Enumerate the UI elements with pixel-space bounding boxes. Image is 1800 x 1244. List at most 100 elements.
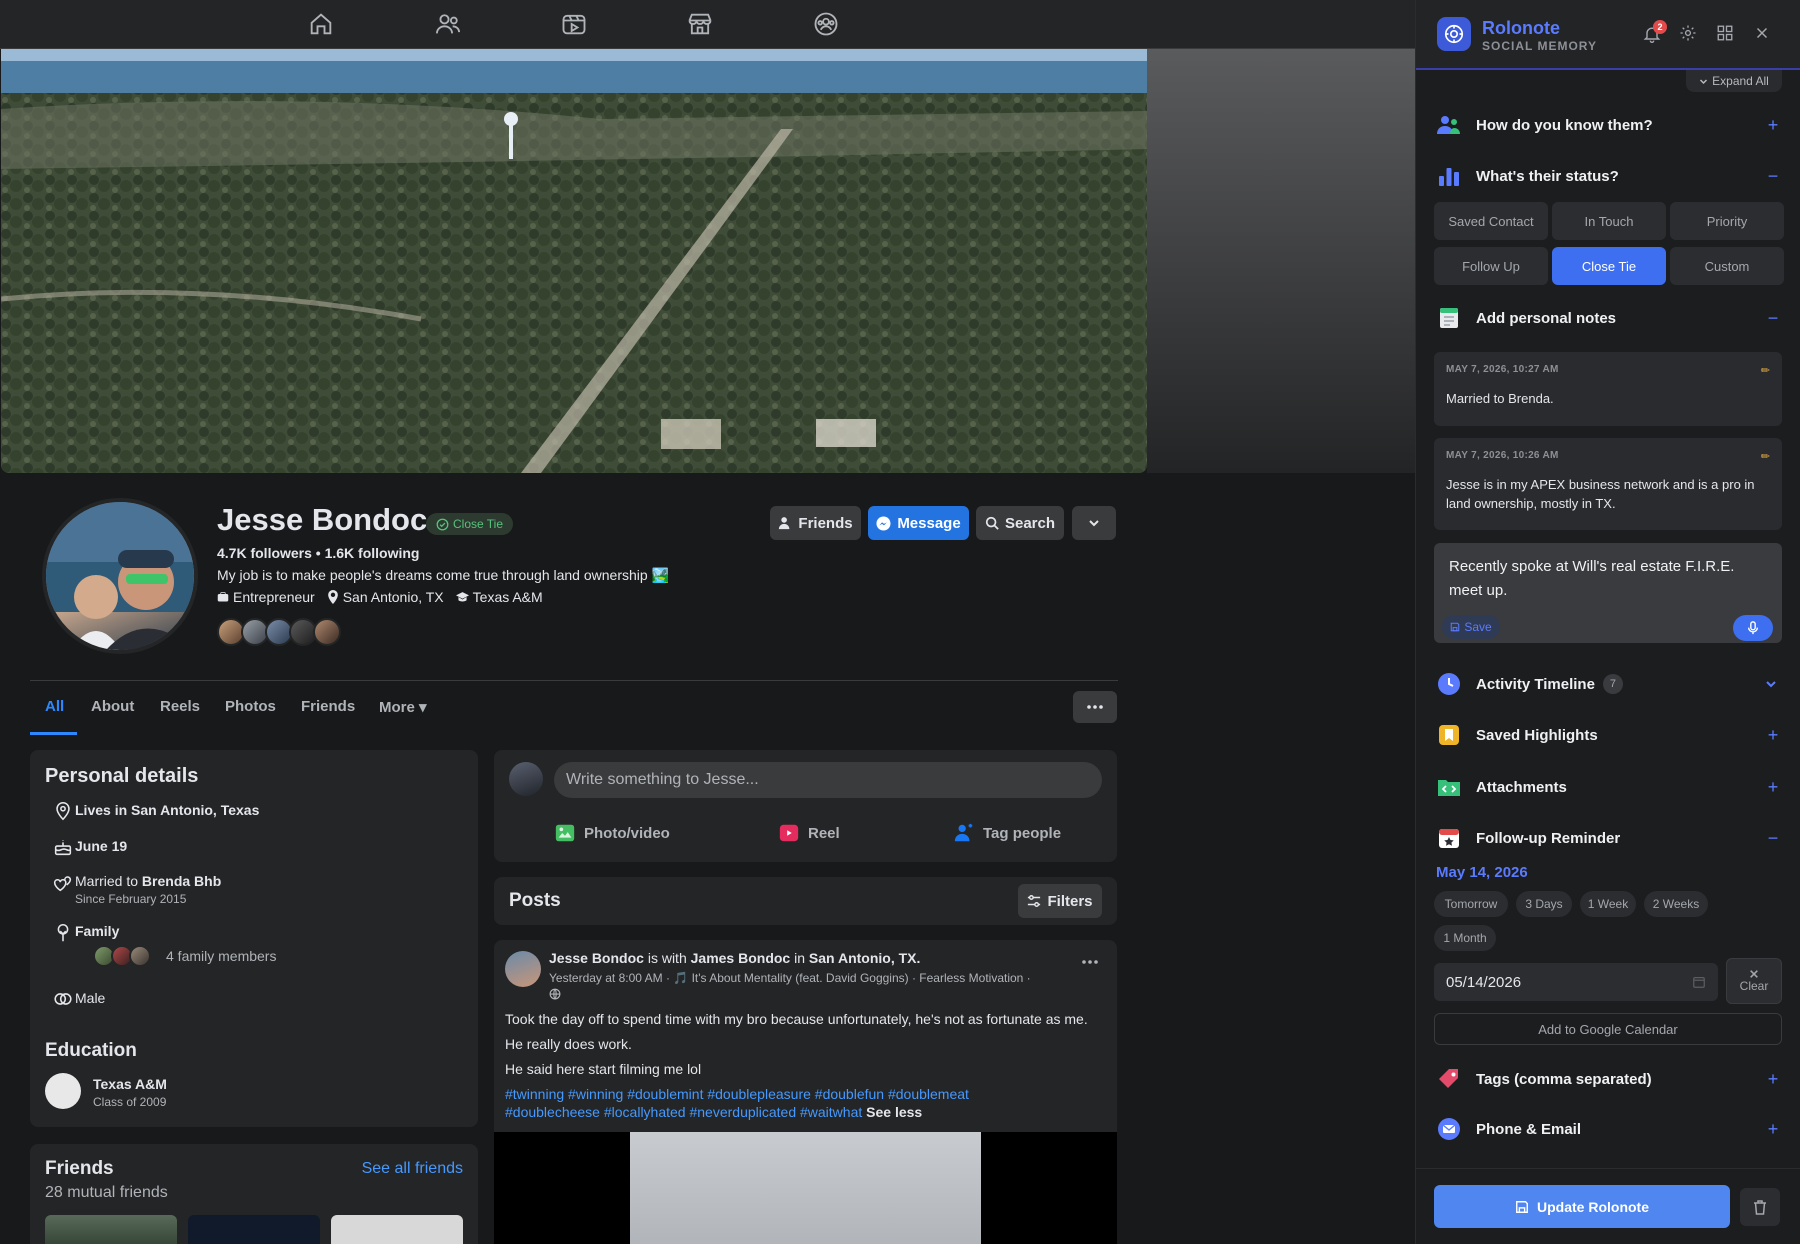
post-author-name[interactable]: Jesse Bondoc [549, 950, 644, 966]
trash-icon [1753, 1199, 1767, 1215]
post-composer: Write something to Jesse... Photo/video … [494, 750, 1117, 862]
tagged-person[interactable]: James Bondoc [691, 950, 791, 966]
family-avatars[interactable] [93, 945, 151, 967]
more-options-dropdown[interactable] [1072, 506, 1116, 540]
reminder-date-input[interactable]: 05/14/2026 [1434, 963, 1718, 1001]
section-notes[interactable]: Add personal notes − [1436, 301, 1781, 335]
see-less-link[interactable]: See less [866, 1104, 922, 1120]
friends-button[interactable]: Friends [770, 506, 861, 540]
section-phone-email[interactable]: Phone & Email + [1436, 1112, 1781, 1146]
profile-more-button[interactable] [1073, 691, 1117, 723]
status-custom[interactable]: Custom [1670, 247, 1784, 285]
gear-icon[interactable] [1679, 24, 1699, 44]
section-activity-timeline[interactable]: Activity Timeline 7 [1436, 667, 1781, 701]
tab-reels[interactable]: Reels [160, 698, 200, 715]
floppy-disk-icon [1515, 1200, 1529, 1214]
section-how-know[interactable]: How do you know them? + [1436, 108, 1781, 142]
grid-view-icon[interactable] [1716, 24, 1736, 44]
status-follow-up[interactable]: Follow Up [1434, 247, 1548, 285]
tab-more[interactable]: More ▾ [379, 698, 427, 716]
section-tags[interactable]: Tags (comma separated) + [1436, 1062, 1781, 1096]
plus-icon[interactable]: + [1765, 1069, 1781, 1090]
public-globe-icon [549, 988, 561, 1000]
family-member-avatar[interactable] [129, 945, 151, 967]
follow-stats[interactable]: 4.7K followers • 1.6K following [217, 545, 420, 561]
cover-photo[interactable] [1, 49, 1147, 473]
watch-icon[interactable] [560, 10, 588, 38]
calendar-icon[interactable] [1692, 975, 1706, 989]
home-icon[interactable] [307, 10, 335, 38]
clear-date-button[interactable]: Clear [1726, 958, 1782, 1004]
groups-icon[interactable] [812, 10, 840, 38]
minus-icon[interactable]: − [1765, 308, 1781, 329]
post-meta[interactable]: Yesterday at 8:00 AM · 🎵 It's About Ment… [549, 971, 1031, 985]
section-follow-up-reminder[interactable]: Follow-up Reminder − [1436, 821, 1781, 855]
relationship: Married to Brenda Bhb [75, 873, 221, 889]
school-logo[interactable] [45, 1073, 81, 1109]
school-name[interactable]: Texas A&M [93, 1076, 167, 1092]
pencil-icon[interactable]: ✏ [1761, 364, 1770, 377]
quick-chip-tomorrow[interactable]: Tomorrow [1434, 891, 1508, 917]
tab-friends[interactable]: Friends [301, 698, 355, 715]
save-note-button[interactable]: Save [1442, 615, 1500, 639]
post-header: Jesse Bondoc is with James Bondoc in San… [549, 950, 920, 966]
plus-icon[interactable]: + [1765, 725, 1781, 746]
microphone-button[interactable] [1733, 615, 1773, 641]
tab-about[interactable]: About [91, 698, 134, 715]
expand-all-button[interactable]: Expand All [1686, 70, 1782, 92]
family-count[interactable]: 4 family members [166, 948, 276, 964]
section-title: Follow-up Reminder [1476, 829, 1621, 847]
tab-all[interactable]: All [45, 698, 64, 715]
marketplace-icon[interactable] [686, 10, 714, 38]
filters-button[interactable]: Filters [1018, 884, 1102, 918]
tab-photos[interactable]: Photos [225, 698, 276, 715]
post-location[interactable]: San Antonio, TX. [809, 950, 920, 966]
status-saved-contact[interactable]: Saved Contact [1434, 202, 1548, 240]
plus-icon[interactable]: + [1765, 115, 1781, 136]
note-item[interactable]: MAY 7, 2026, 10:27 AM Married to Brenda.… [1434, 352, 1782, 426]
update-rolonote-button[interactable]: Update Rolonote [1434, 1185, 1730, 1228]
section-status[interactable]: What's their status? − [1436, 159, 1781, 193]
friend-thumbnail[interactable] [331, 1215, 463, 1244]
photo-video-button[interactable]: Photo/video [554, 822, 670, 844]
current-user-avatar[interactable] [509, 762, 543, 796]
status-in-touch[interactable]: In Touch [1552, 202, 1666, 240]
plus-icon[interactable]: + [1765, 777, 1781, 798]
post-author-avatar[interactable] [505, 951, 541, 987]
status-close-tie[interactable]: Close Tie [1552, 247, 1666, 285]
minus-icon[interactable]: − [1765, 828, 1781, 849]
status-priority[interactable]: Priority [1670, 202, 1784, 240]
post-media[interactable] [494, 1132, 1117, 1244]
chevron-down-icon[interactable] [1765, 678, 1781, 690]
friends-icon[interactable] [434, 10, 462, 38]
spouse-name[interactable]: Brenda Bhb [142, 873, 221, 889]
plus-icon[interactable]: + [1765, 1119, 1781, 1140]
delete-button[interactable] [1740, 1188, 1780, 1226]
quick-chip-1-month[interactable]: 1 Month [1434, 925, 1496, 951]
friend-thumbnail[interactable] [188, 1215, 320, 1244]
friend-thumbnail[interactable] [45, 1215, 177, 1244]
composer-input[interactable]: Write something to Jesse... [554, 762, 1102, 798]
section-saved-highlights[interactable]: Saved Highlights + [1436, 718, 1781, 752]
hearts-icon [52, 872, 74, 894]
quick-chip-1-week[interactable]: 1 Week [1580, 891, 1636, 917]
quick-chip-3-days[interactable]: 3 Days [1516, 891, 1572, 917]
tag-people-button[interactable]: Tag people [953, 822, 1061, 844]
quick-chip-2-weeks[interactable]: 2 Weeks [1644, 891, 1708, 917]
profile-avatar[interactable] [42, 498, 198, 654]
post-hashtags[interactable]: #twinning #winning #doublemint #doublepl… [505, 1086, 969, 1102]
note-item[interactable]: MAY 7, 2026, 10:26 AM Jesse is in my APE… [1434, 438, 1782, 530]
see-all-friends-link[interactable]: See all friends [362, 1160, 463, 1178]
mutual-friend-avatar[interactable] [313, 618, 341, 646]
section-attachments[interactable]: Attachments + [1436, 770, 1781, 804]
mutual-friends-avatars[interactable] [217, 618, 341, 646]
post-options-icon[interactable] [1082, 960, 1098, 964]
pencil-icon[interactable]: ✏ [1761, 450, 1770, 463]
search-button[interactable]: Search [976, 506, 1064, 540]
add-to-google-calendar-button[interactable]: Add to Google Calendar [1434, 1013, 1782, 1045]
minus-icon[interactable]: − [1765, 166, 1781, 187]
post-hashtags[interactable]: #doublecheese #locallyhated #neverduplic… [505, 1104, 862, 1120]
message-button[interactable]: Message [868, 506, 969, 540]
close-icon[interactable] [1753, 24, 1773, 44]
reel-button[interactable]: Reel [778, 822, 840, 844]
